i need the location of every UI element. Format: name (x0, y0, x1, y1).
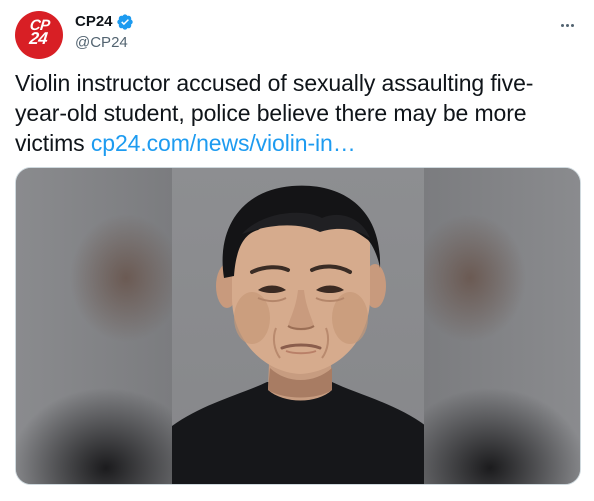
tweet-text: Violin instructor accused of sexually as… (15, 68, 575, 158)
tweet[interactable]: CP 24 CP24 @CP24 Violin instructor accus… (0, 0, 594, 501)
tweet-header: CP 24 CP24 @CP24 (15, 11, 579, 59)
media-blur-left (16, 168, 172, 484)
tweet-media[interactable] (15, 167, 581, 485)
avatar[interactable]: CP 24 (15, 11, 63, 59)
avatar-logo-text-2: 24 (28, 29, 49, 48)
handle[interactable]: @CP24 (75, 33, 134, 53)
media-blur-right (424, 168, 580, 484)
tweet-link[interactable]: cp24.com/news/violin-in… (91, 130, 356, 156)
person-photo[interactable] (172, 168, 426, 484)
avatar-logo: CP 24 (15, 17, 63, 48)
author-names: CP24 @CP24 (75, 12, 134, 53)
display-name[interactable]: CP24 (75, 12, 113, 32)
more-horizontal-icon[interactable] (557, 15, 577, 35)
verified-badge-icon (116, 13, 134, 31)
